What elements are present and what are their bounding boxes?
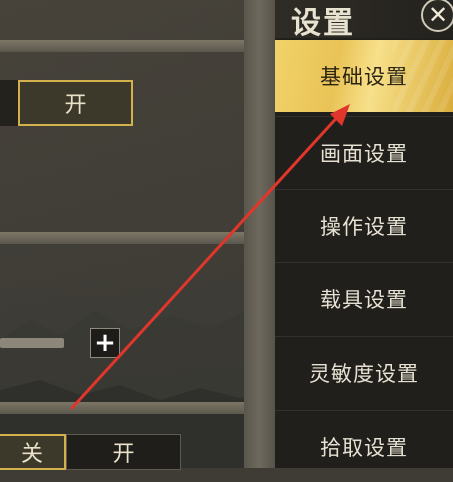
annotation-arrow bbox=[70, 104, 350, 410]
